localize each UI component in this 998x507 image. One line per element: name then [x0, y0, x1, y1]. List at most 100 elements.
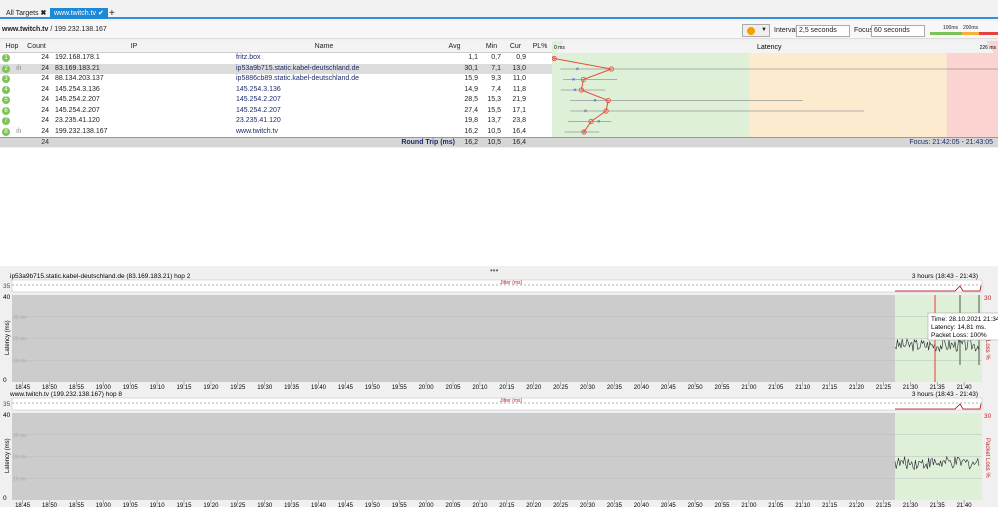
hop-row[interactable]: 5 24 145.254.2.207 145.254.2.207 28,5 15,… [0, 95, 552, 106]
pl-max: 30 [984, 295, 992, 302]
pl-axis-label: Packet Loss % [984, 438, 990, 478]
time-label: 19:20 [203, 503, 219, 507]
hop-name: 145.254.3.136 [236, 85, 281, 93]
grid-label: 30 ms [13, 315, 27, 321]
col-cur[interactable]: Cur [503, 41, 528, 53]
hop-count: 24 [41, 127, 49, 135]
time-label: 18:45 [15, 503, 31, 507]
breadcrumb-ip: / 199.232.138.167 [48, 26, 107, 33]
hop-badge: 1 [2, 54, 10, 62]
col-hop[interactable]: Hop [0, 41, 24, 53]
time-label: 21:25 [876, 385, 892, 391]
hop-row[interactable]: 7 24 23.235.41.120 23.235.41.120 19,8 13,… [0, 116, 552, 127]
tab-twitch[interactable]: www.twitch.tv ✔ [50, 8, 108, 19]
hop-ip: 23.235.41.120 [55, 117, 100, 124]
col-avg[interactable]: Avg [429, 41, 480, 53]
time-range-select: 3 hours (18:43 - 21:43) [912, 391, 978, 398]
y-max: 40 [3, 294, 11, 301]
col-name[interactable]: Name [219, 41, 429, 53]
chevron-down-icon: ▼ [761, 27, 767, 33]
legend-100: 100ms [943, 25, 959, 31]
hop-min: 15,3 [487, 96, 501, 103]
pause-button[interactable]: ▼ [742, 24, 770, 37]
cur-marker: × [576, 67, 580, 73]
time-label: 20:25 [553, 503, 569, 507]
jitter-label: Jitter (ms) [500, 398, 523, 404]
hop-min: 10,5 [487, 127, 501, 135]
summary-avg: 16,2 [464, 139, 478, 146]
col-min[interactable]: Min [480, 41, 503, 53]
check-icon: ✔ [97, 10, 104, 17]
time-label: 19:05 [123, 385, 139, 391]
hop-cur: 16,4 [512, 127, 526, 135]
hop-ip: 145.254.2.207 [55, 96, 100, 103]
hop-cur: 11,0 [512, 75, 526, 82]
time-label: 19:15 [176, 385, 192, 391]
time-label: 20:10 [472, 503, 488, 507]
time-label: 19:30 [257, 503, 273, 507]
hop-name: 145.254.2.207 [236, 106, 281, 114]
summary-min: 10,5 [487, 139, 501, 146]
graph-icon[interactable]: ılı [16, 127, 21, 138]
time-label: 19:40 [311, 503, 327, 507]
tab-bar: All Targets ✖ www.twitch.tv ✔ + [0, 0, 998, 19]
time-label: 20:10 [472, 385, 488, 391]
hop-row[interactable]: 1 24 192.168.178.1 fritz.box 1,1 0,7 0,9 [0, 53, 552, 64]
hop-row[interactable]: 2 ılı 24 83.169.183.21 ip53a9b715.static.k… [0, 63, 552, 75]
focus-range: Focus: 21:42:05 - 21:43:05 [909, 139, 993, 146]
tab-all-targets[interactable]: All Targets ✖ [2, 8, 50, 19]
time-label: 21:15 [822, 503, 838, 507]
hop-row[interactable]: 3 24 88.134.203.137 ip5886cb89.static.kab… [0, 74, 552, 85]
y-min: 0 [3, 377, 7, 384]
y-min: 0 [3, 495, 7, 502]
hop-name: ip53a9b715.static.kabel-deutschland.de [236, 64, 360, 72]
hop-min: 9,3 [491, 75, 501, 82]
hop-count: 24 [41, 117, 49, 124]
hop-name: 23.235.41.120 [236, 117, 281, 124]
hop-avg: 28,5 [464, 96, 478, 103]
add-tab-button[interactable]: + [105, 8, 119, 19]
hop-name: fritz.box [236, 54, 261, 61]
zone-warn [749, 41, 947, 137]
latency-max: 226 ms [980, 45, 997, 51]
hop-min: 15,5 [487, 106, 501, 114]
col-count[interactable]: Count [24, 41, 49, 53]
time-label: 21:00 [741, 385, 757, 391]
hop-badge: 3 [2, 75, 10, 83]
time-label: 18:55 [69, 503, 85, 507]
graph-icon[interactable]: ılı [16, 64, 21, 75]
hop-avg: 14,9 [464, 85, 478, 93]
time-label: 20:05 [445, 385, 461, 391]
hop-avg: 1,1 [468, 54, 478, 61]
hop-name: 145.254.2.207 [236, 96, 281, 103]
hop-avg: 30,1 [464, 64, 478, 72]
hop-badge: 2 [2, 64, 10, 73]
focus-select[interactable]: 60 seconds [871, 25, 925, 37]
tab-label: All Targets [6, 10, 39, 17]
time-label: 19:35 [284, 385, 300, 391]
chart-title: www.twitch.tv (199.232.138.167) hop 8 [9, 391, 122, 398]
time-label: 19:45 [338, 503, 354, 507]
hop-row[interactable]: 6 24 145.254.2.207 145.254.2.207 27,4 15,… [0, 105, 552, 116]
interval-select[interactable]: 2,5 seconds [796, 25, 850, 37]
time-label: 19:15 [176, 503, 192, 507]
hop-cur: 21,9 [512, 96, 526, 103]
hop-min: 13,7 [487, 117, 501, 124]
close-icon[interactable]: ✖ [41, 10, 47, 17]
tab-label: www.twitch.tv [54, 10, 97, 17]
col-pl[interactable]: PL% [528, 41, 552, 53]
time-label: 19:30 [257, 385, 273, 391]
time-label: 19:40 [311, 385, 327, 391]
hop-cur: 13,0 [512, 64, 526, 72]
tooltip: Time: 28.10.2021 21:34:2Latency: 14,81 m… [927, 312, 998, 341]
col-ip[interactable]: IP [49, 41, 219, 53]
hop-row[interactable]: 8 ılı 24 199.232.138.167 www.twitch.tv 16,… [0, 126, 552, 138]
zone-bad [946, 41, 998, 137]
time-label: 21:00 [741, 503, 757, 507]
hop-badge: 8 [2, 127, 10, 136]
hop-name: ip5886cb89.static.kabel-deutschland.de [236, 75, 359, 82]
hop-row[interactable]: 4 24 145.254.3.136 145.254.3.136 14,9 7,4… [0, 84, 552, 95]
time-label: 21:25 [876, 503, 892, 507]
breadcrumb: www.twitch.tv / 199.232.138.167 [2, 26, 107, 33]
grid-label: 10 ms [13, 476, 27, 482]
